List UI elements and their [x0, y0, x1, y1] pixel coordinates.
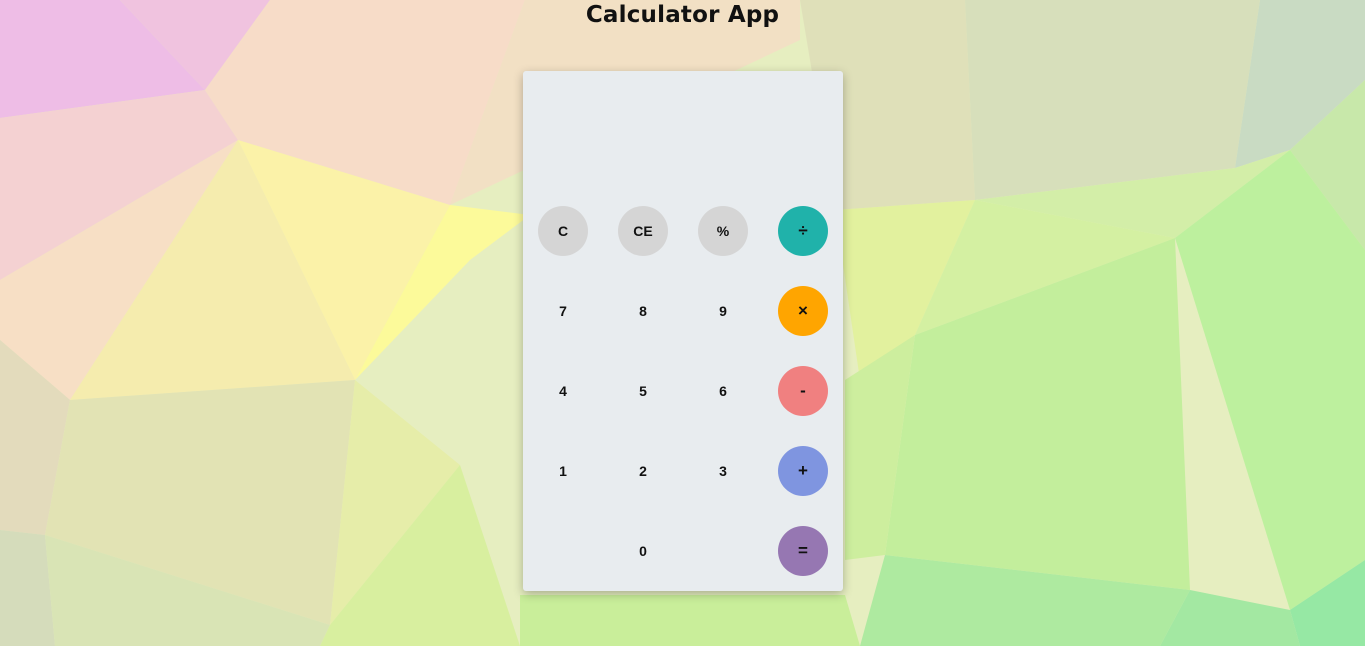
add-button[interactable]: + — [778, 446, 828, 496]
divide-button[interactable]: ÷ — [778, 206, 828, 256]
clear-button[interactable]: C — [538, 206, 588, 256]
calculator-display — [538, 81, 828, 196]
digit-4-button[interactable]: 4 — [538, 366, 588, 416]
digit-0-button[interactable]: 0 — [618, 526, 668, 576]
calculator-panel: C CE % ÷ 7 8 9 × 4 5 6 - 1 2 3 + 0 = — [523, 71, 843, 591]
digit-5-button[interactable]: 5 — [618, 366, 668, 416]
page-title: Calculator App — [585, 2, 780, 28]
digit-8-button[interactable]: 8 — [618, 286, 668, 336]
digit-1-button[interactable]: 1 — [538, 446, 588, 496]
digit-6-button[interactable]: 6 — [698, 366, 748, 416]
digit-3-button[interactable]: 3 — [698, 446, 748, 496]
percent-button[interactable]: % — [698, 206, 748, 256]
digit-7-button[interactable]: 7 — [538, 286, 588, 336]
subtract-button[interactable]: - — [778, 366, 828, 416]
multiply-button[interactable]: × — [778, 286, 828, 336]
digit-9-button[interactable]: 9 — [698, 286, 748, 336]
clear-entry-button[interactable]: CE — [618, 206, 668, 256]
digit-2-button[interactable]: 2 — [618, 446, 668, 496]
equals-button[interactable]: = — [778, 526, 828, 576]
